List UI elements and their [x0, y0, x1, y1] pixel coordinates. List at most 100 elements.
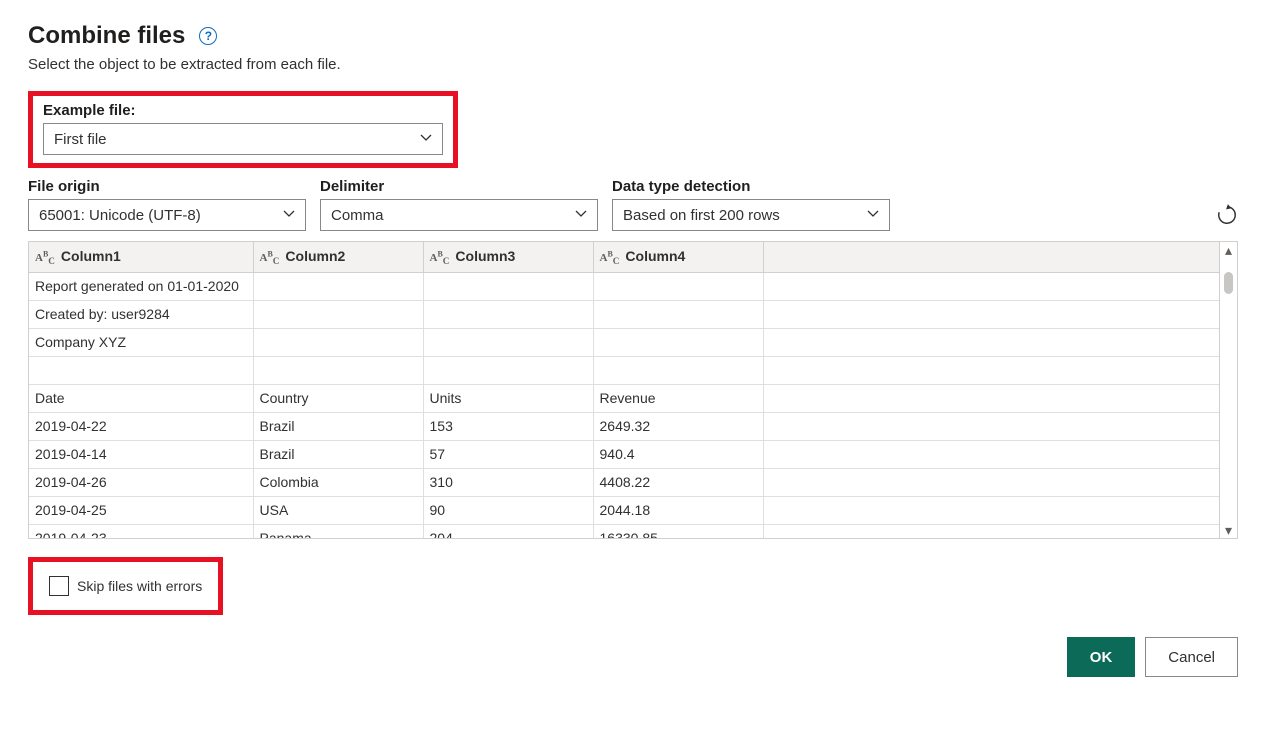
table-cell: 2019-04-25	[29, 496, 253, 524]
help-icon[interactable]: ?	[199, 27, 217, 45]
table-cell-empty	[763, 356, 1219, 384]
table-cell	[423, 328, 593, 356]
chevron-down-icon	[867, 207, 879, 224]
table-cell: 90	[423, 496, 593, 524]
refresh-icon[interactable]	[1216, 213, 1238, 229]
file-origin-select[interactable]: 65001: Unicode (UTF-8)	[28, 199, 306, 231]
table-cell	[593, 328, 763, 356]
table-cell	[593, 356, 763, 384]
column-header-label: Column2	[285, 248, 345, 264]
skip-files-checkbox[interactable]	[49, 576, 69, 596]
table-cell: 2019-04-22	[29, 412, 253, 440]
table-cell	[253, 356, 423, 384]
table-row[interactable]: Company XYZ	[29, 328, 1219, 356]
table-cell	[423, 356, 593, 384]
delimiter-value: Comma	[331, 207, 384, 224]
column-header-label: Column1	[61, 248, 121, 264]
table-cell: Created by: user9284	[29, 300, 253, 328]
table-cell-empty	[763, 524, 1219, 538]
column-header[interactable]: ABC Column4	[593, 242, 763, 272]
file-origin-value: 65001: Unicode (UTF-8)	[39, 207, 201, 224]
table-row[interactable]: 2019-04-22Brazil1532649.32	[29, 412, 1219, 440]
data-type-detection-label: Data type detection	[612, 178, 890, 195]
table-cell: Country	[253, 384, 423, 412]
table-cell-empty	[763, 300, 1219, 328]
table-cell	[29, 356, 253, 384]
table-cell-empty	[763, 412, 1219, 440]
table-cell-empty	[763, 272, 1219, 300]
table-cell-empty	[763, 440, 1219, 468]
table-row[interactable]: DateCountryUnitsRevenue	[29, 384, 1219, 412]
cancel-button[interactable]: Cancel	[1145, 637, 1238, 677]
table-cell-empty	[763, 328, 1219, 356]
table-row[interactable]: 2019-04-14Brazil57940.4	[29, 440, 1219, 468]
table-cell: 940.4	[593, 440, 763, 468]
table-cell: 2019-04-14	[29, 440, 253, 468]
column-header-label: Column4	[625, 248, 685, 264]
page-title: Combine files	[28, 22, 185, 50]
table-cell: Brazil	[253, 440, 423, 468]
page-subtitle: Select the object to be extracted from e…	[28, 56, 1238, 73]
table-cell: 204	[423, 524, 593, 538]
table-cell	[253, 300, 423, 328]
table-cell-empty	[763, 384, 1219, 412]
scroll-up-icon[interactable]: ▴	[1220, 242, 1237, 258]
table-cell: Panama	[253, 524, 423, 538]
table-cell: 2044.18	[593, 496, 763, 524]
table-cell: USA	[253, 496, 423, 524]
text-type-icon: ABC	[260, 252, 280, 264]
highlight-skip-files: Skip files with errors	[28, 557, 223, 615]
table-row[interactable]	[29, 356, 1219, 384]
table-cell: 2019-04-26	[29, 468, 253, 496]
chevron-down-icon	[575, 207, 587, 224]
table-row[interactable]: 2019-04-23Panama20416330.85	[29, 524, 1219, 538]
example-file-select[interactable]: First file	[43, 123, 443, 155]
table-cell: 310	[423, 468, 593, 496]
table-cell	[253, 328, 423, 356]
table-cell: 2019-04-23	[29, 524, 253, 538]
column-header-empty	[763, 242, 1219, 272]
table-cell	[593, 300, 763, 328]
table-cell: 2649.32	[593, 412, 763, 440]
table-cell: Units	[423, 384, 593, 412]
table-cell-empty	[763, 496, 1219, 524]
delimiter-select[interactable]: Comma	[320, 199, 598, 231]
vertical-scrollbar[interactable]: ▴ ▾	[1219, 242, 1237, 538]
table-cell: 16330.85	[593, 524, 763, 538]
delimiter-label: Delimiter	[320, 178, 598, 195]
chevron-down-icon	[420, 131, 432, 148]
text-type-icon: ABC	[35, 252, 55, 264]
table-cell: Revenue	[593, 384, 763, 412]
table-cell: Colombia	[253, 468, 423, 496]
table-row[interactable]: Report generated on 01-01-2020	[29, 272, 1219, 300]
table-row[interactable]: Created by: user9284	[29, 300, 1219, 328]
table-cell	[423, 272, 593, 300]
table-cell: Report generated on 01-01-2020	[29, 272, 253, 300]
table-cell: Company XYZ	[29, 328, 253, 356]
example-file-value: First file	[54, 131, 107, 148]
skip-files-label: Skip files with errors	[77, 578, 202, 594]
scroll-down-icon[interactable]: ▾	[1220, 522, 1237, 538]
table-row[interactable]: 2019-04-26Colombia3104408.22	[29, 468, 1219, 496]
preview-grid: ABC Column1 ABC Column2 ABCColumn3 ABC Column4…	[28, 241, 1238, 539]
table-cell	[593, 272, 763, 300]
data-type-detection-value: Based on first 200 rows	[623, 207, 780, 224]
table-cell-empty	[763, 468, 1219, 496]
ok-button[interactable]: OK	[1067, 637, 1136, 677]
text-type-icon: ABC	[600, 252, 620, 264]
table-cell: 4408.22	[593, 468, 763, 496]
highlight-example-file: Example file: First file	[28, 91, 458, 168]
data-type-detection-select[interactable]: Based on first 200 rows	[612, 199, 890, 231]
file-origin-label: File origin	[28, 178, 306, 195]
table-cell: Date	[29, 384, 253, 412]
table-cell: Brazil	[253, 412, 423, 440]
scroll-thumb[interactable]	[1224, 272, 1233, 294]
table-cell	[253, 272, 423, 300]
column-header[interactable]: ABC Column1	[29, 242, 253, 272]
column-header-label: Column3	[455, 248, 515, 264]
column-header[interactable]: ABC Column2	[253, 242, 423, 272]
chevron-down-icon	[283, 207, 295, 224]
column-header[interactable]: ABCColumn3	[423, 242, 593, 272]
table-row[interactable]: 2019-04-25USA902044.18	[29, 496, 1219, 524]
table-cell	[423, 300, 593, 328]
